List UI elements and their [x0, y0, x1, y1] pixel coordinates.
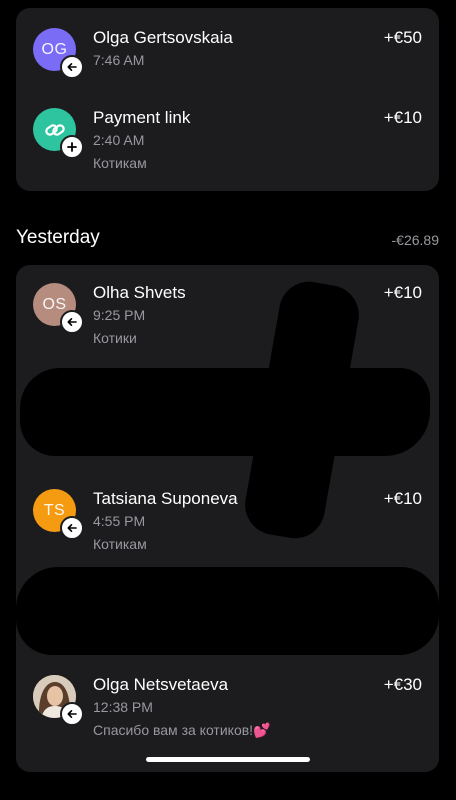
plus-badge	[60, 135, 84, 159]
transactions-card-yesterday: OS Olha Shvets 9:25 PM Котики +€10 TS Ta…	[16, 265, 439, 772]
transaction-note: Спасибо вам за котиков!💕	[93, 722, 271, 738]
transaction-amount: +€30	[383, 675, 422, 694]
transaction-row[interactable]: OS Olha Shvets 9:25 PM Котики +€10	[16, 283, 439, 373]
incoming-badge	[60, 55, 84, 79]
transaction-amount: +€10	[383, 489, 422, 508]
transaction-amount: +€50	[383, 28, 422, 47]
plus-icon	[67, 142, 77, 152]
incoming-badge	[60, 516, 84, 540]
avatar-initials: OS	[42, 295, 67, 313]
transaction-time: 4:55 PM	[93, 513, 146, 529]
avatar-initials: TS	[43, 501, 66, 519]
transaction-name: Tatsiana Suponeva	[93, 489, 238, 508]
transaction-note: Котикам	[93, 536, 147, 552]
transaction-note: Котикам	[93, 155, 147, 171]
avatar-initials: OG	[41, 40, 68, 58]
arrow-left-icon	[67, 710, 77, 718]
transaction-amount: +€10	[383, 108, 422, 127]
transaction-name: Olga Netsvetaeva	[93, 675, 229, 694]
transaction-time: 9:25 PM	[93, 307, 146, 323]
transaction-name: Payment link	[93, 108, 191, 127]
section-total-yesterday: -€26.89	[391, 232, 439, 248]
incoming-badge	[60, 310, 84, 334]
incoming-badge	[60, 702, 84, 726]
arrow-left-icon	[67, 524, 77, 532]
transaction-name: Olha Shvets	[93, 283, 186, 302]
home-indicator[interactable]	[146, 757, 310, 762]
transaction-row[interactable]: TS Tatsiana Suponeva 4:55 PM Котикам +€1…	[16, 489, 439, 579]
arrow-left-icon	[67, 63, 77, 71]
transaction-time: 7:46 AM	[93, 52, 145, 68]
transaction-time: 2:40 AM	[93, 132, 145, 148]
transaction-amount: +€10	[383, 283, 422, 302]
transaction-row[interactable]: Payment link 2:40 AM Котикам +€10	[16, 108, 439, 191]
section-title-yesterday: Yesterday	[16, 227, 100, 248]
transaction-name: Olga Gertsovskaia	[93, 28, 233, 47]
transaction-row[interactable]: Olga Netsvetaeva 12:38 PM Спасибо вам за…	[16, 675, 439, 765]
arrow-left-icon	[67, 318, 77, 326]
transaction-row[interactable]: OG Olga Gertsovskaia 7:46 AM +€50	[16, 28, 439, 118]
transactions-card-today: OG Olga Gertsovskaia 7:46 AM +€50 Paymen…	[16, 8, 439, 191]
redaction-mark	[20, 368, 430, 456]
transaction-time: 12:38 PM	[93, 699, 153, 715]
redaction-mark	[16, 567, 439, 655]
transaction-note: Котики	[93, 330, 137, 346]
